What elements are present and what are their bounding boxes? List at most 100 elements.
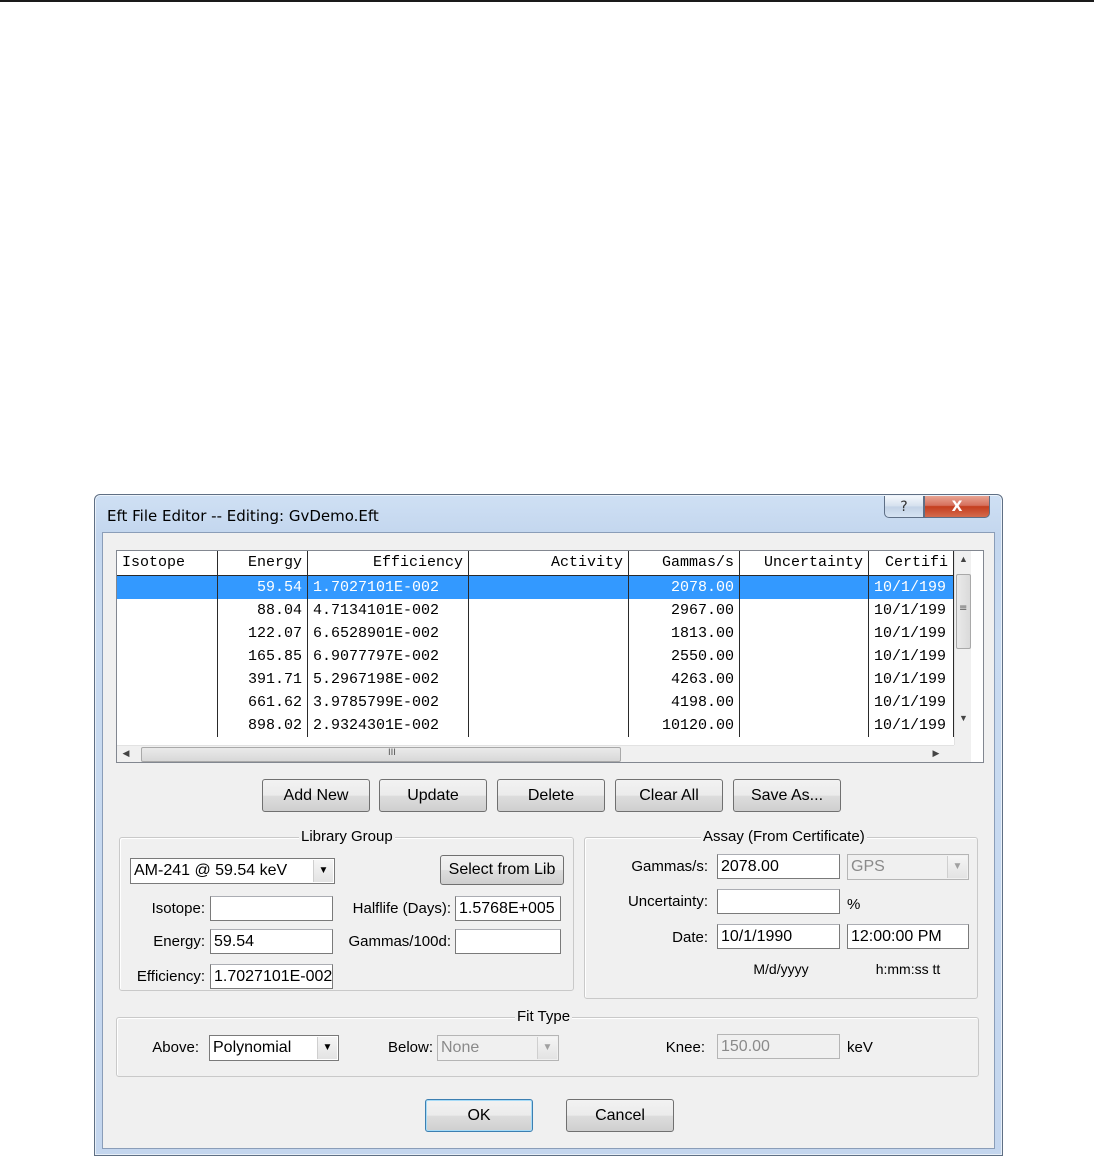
cell-efficiency: 4.7134101E-002: [308, 599, 469, 622]
cell-uncertainty: [740, 714, 869, 737]
window-title: Eft File Editor -- Editing: GvDemo.Eft: [107, 507, 379, 525]
table-row[interactable]: 165.85 6.9077797E-002 2550.00 10/1/199: [117, 645, 954, 668]
table-row[interactable]: 122.07 6.6528901E-002 1813.00 10/1/199: [117, 622, 954, 645]
vertical-scrollbar[interactable]: ▲ ≡ ▼: [954, 551, 971, 746]
assay-date-input[interactable]: 10/1/1990: [717, 924, 840, 949]
library-group-legend: Library Group: [299, 828, 395, 846]
table-row[interactable]: 661.62 3.9785799E-002 4198.00 10/1/199: [117, 691, 954, 714]
assay-uncertainty-input[interactable]: [717, 889, 840, 914]
date-format-hint: M/d/yyyy: [753, 961, 809, 977]
table-header: Isotope Energy Efficiency Activity Gamma…: [117, 551, 954, 576]
fit-type-legend: Fit Type: [515, 1008, 573, 1026]
chevron-down-icon: ▼: [537, 1037, 557, 1059]
ok-button[interactable]: OK: [425, 1099, 533, 1132]
help-button[interactable]: ?: [884, 496, 924, 518]
column-header-activity[interactable]: Activity: [469, 551, 629, 576]
column-header-gammas[interactable]: Gammas/s: [629, 551, 740, 576]
clear-all-button[interactable]: Clear All: [615, 779, 723, 812]
table-body: 59.54 1.7027101E-002 2078.00 10/1/199 88.04 4…: [117, 576, 954, 737]
table-row[interactable]: 391.71 5.2967198E-002 4263.00 10/1/199: [117, 668, 954, 691]
chevron-down-icon[interactable]: ▼: [317, 1037, 337, 1059]
cell-efficiency: 3.9785799E-002: [308, 691, 469, 714]
eft-file-editor-dialog: Eft File Editor -- Editing: GvDemo.Eft ?…: [94, 494, 1003, 1156]
cell-isotope: [117, 599, 218, 622]
energy-input[interactable]: 59.54: [210, 929, 333, 954]
fit-below-select: None ▼: [437, 1035, 559, 1061]
close-button[interactable]: X: [924, 496, 990, 518]
isotope-input[interactable]: [210, 896, 333, 921]
chevron-down-icon[interactable]: ▼: [313, 860, 333, 882]
cell-uncertainty: [740, 645, 869, 668]
table-row[interactable]: 59.54 1.7027101E-002 2078.00 10/1/199: [117, 576, 954, 599]
update-button[interactable]: Update: [379, 779, 487, 812]
fit-above-label: Above:: [152, 1039, 199, 1056]
column-header-isotope[interactable]: Isotope: [117, 551, 218, 576]
gammas-100d-input[interactable]: [455, 929, 561, 954]
cell-activity: [469, 622, 629, 645]
library-isotope-select[interactable]: AM-241 @ 59.54 keV ▼: [130, 858, 335, 884]
cell-isotope: [117, 714, 218, 737]
scroll-up-icon[interactable]: ▲: [955, 554, 972, 564]
assay-gammas-input[interactable]: 2078.00: [717, 854, 840, 879]
horizontal-scroll-thumb[interactable]: III: [141, 747, 621, 762]
cell-energy: 88.04: [218, 599, 308, 622]
cell-certificate: 10/1/199: [869, 645, 954, 668]
grip-icon: ≡: [959, 603, 968, 614]
cell-gammas: 10120.00: [629, 714, 740, 737]
efficiency-input[interactable]: 1.7027101E-002: [210, 964, 333, 989]
library-selected-value: AM-241 @ 59.54 keV: [134, 862, 288, 879]
fit-above-select[interactable]: Polynomial ▼: [209, 1035, 339, 1061]
fit-below-value: None: [441, 1039, 480, 1056]
cell-isotope: [117, 645, 218, 668]
cell-uncertainty: [740, 599, 869, 622]
cell-energy: 59.54: [218, 576, 308, 599]
cell-certificate: 10/1/199: [869, 714, 954, 737]
cell-uncertainty: [740, 668, 869, 691]
scroll-down-icon[interactable]: ▼: [955, 713, 972, 723]
cell-certificate: 10/1/199: [869, 599, 954, 622]
column-header-efficiency[interactable]: Efficiency: [308, 551, 469, 576]
select-from-lib-button[interactable]: Select from Lib: [440, 855, 564, 885]
assay-group-legend: Assay (From Certificate): [701, 828, 867, 846]
cell-activity: [469, 691, 629, 714]
cancel-button[interactable]: Cancel: [566, 1099, 674, 1132]
cell-activity: [469, 668, 629, 691]
assay-date-label: Date:: [672, 929, 708, 946]
cell-uncertainty: [740, 622, 869, 645]
column-header-uncertainty[interactable]: Uncertainty: [740, 551, 869, 576]
cell-gammas: 2078.00: [629, 576, 740, 599]
cell-energy: 122.07: [218, 622, 308, 645]
vertical-scroll-thumb[interactable]: ≡: [956, 574, 971, 649]
hgrip-icon: III: [388, 748, 396, 758]
cell-uncertainty: [740, 691, 869, 714]
halflife-input[interactable]: 1.5768E+005: [455, 896, 561, 921]
scroll-left-icon[interactable]: ◀: [119, 748, 133, 759]
efficiency-table[interactable]: Isotope Energy Efficiency Activity Gamma…: [116, 550, 984, 763]
knee-unit-label: keV: [847, 1039, 873, 1056]
assay-time-input[interactable]: 12:00:00 PM: [847, 924, 969, 949]
cell-activity: [469, 645, 629, 668]
cell-activity: [469, 599, 629, 622]
cell-energy: 165.85: [218, 645, 308, 668]
save-as-button[interactable]: Save As...: [733, 779, 841, 812]
add-new-button[interactable]: Add New: [262, 779, 370, 812]
title-bar[interactable]: Eft File Editor -- Editing: GvDemo.Eft ?…: [95, 495, 1002, 537]
column-header-energy[interactable]: Energy: [218, 551, 308, 576]
table-row[interactable]: 88.04 4.7134101E-002 2967.00 10/1/199: [117, 599, 954, 622]
assay-uncertainty-label: Uncertainty:: [627, 893, 708, 910]
cell-gammas: 4263.00: [629, 668, 740, 691]
cell-energy: 661.62: [218, 691, 308, 714]
assay-gammas-label: Gammas/s:: [631, 858, 708, 875]
cell-gammas: 1813.00: [629, 622, 740, 645]
cell-uncertainty: [740, 576, 869, 599]
scroll-right-icon[interactable]: ▶: [929, 748, 943, 759]
cell-gammas: 2967.00: [629, 599, 740, 622]
cell-activity: [469, 576, 629, 599]
column-header-certificate[interactable]: Certifi: [869, 551, 954, 576]
knee-input: 150.00: [717, 1034, 840, 1059]
table-row[interactable]: 898.02 2.9324301E-002 10120.00 10/1/199: [117, 714, 954, 737]
horizontal-scrollbar[interactable]: ◀ III ▶: [117, 745, 954, 762]
delete-button[interactable]: Delete: [497, 779, 605, 812]
isotope-label: Isotope:: [151, 900, 205, 917]
cell-efficiency: 1.7027101E-002: [308, 576, 469, 599]
